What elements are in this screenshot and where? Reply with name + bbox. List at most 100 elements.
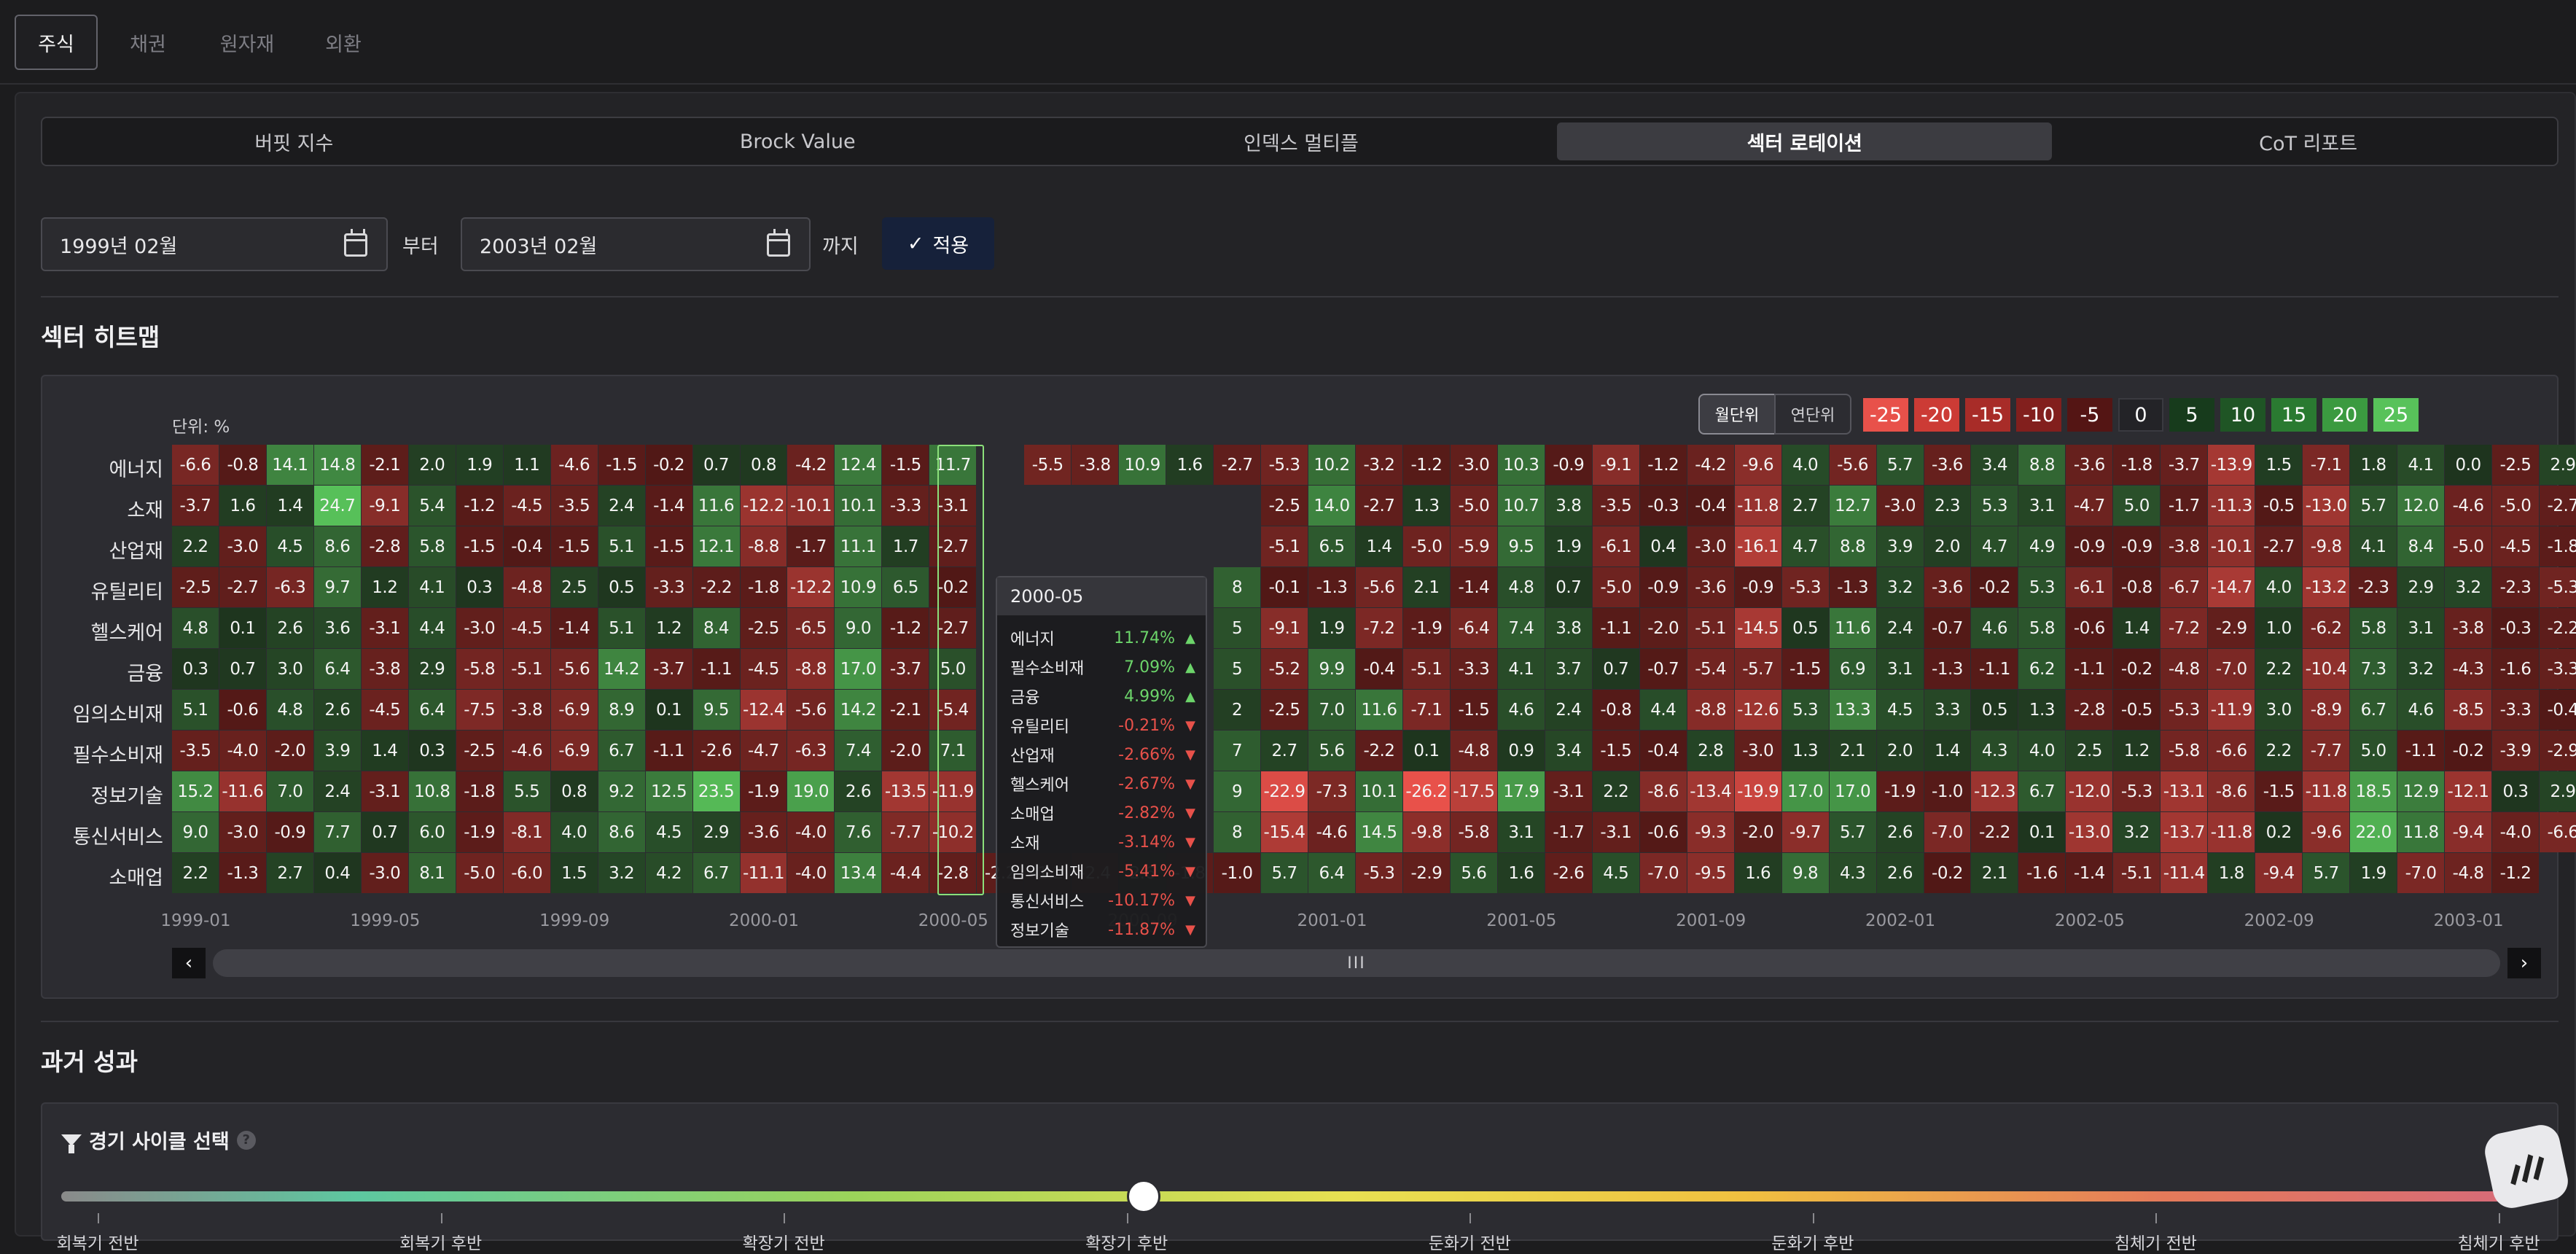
heatmap-cell[interactable]: -1.8 (2113, 445, 2161, 485)
heatmap-cell[interactable]: -3.0 (1876, 486, 1924, 526)
heatmap-cell[interactable]: -11.6 (219, 771, 266, 811)
heatmap-cell[interactable]: -1.2 (1402, 445, 1450, 485)
heatmap-cell[interactable]: 5.3 (2018, 567, 2066, 607)
heatmap-cell[interactable]: 4.5 (1592, 853, 1639, 893)
heatmap-cell[interactable]: -0.6 (1639, 812, 1687, 852)
heatmap-cell[interactable]: -2.9 (2540, 731, 2576, 771)
heatmap-cell[interactable]: -12.4 (740, 690, 787, 730)
heatmap-cell[interactable]: 12.7 (1829, 486, 1876, 526)
heatmap-cell[interactable]: 10.1 (1356, 771, 1402, 811)
heatmap-cell[interactable]: 1.2 (2113, 731, 2161, 771)
heatmap-cell[interactable]: -2.5 (1261, 690, 1308, 730)
heatmap-cell[interactable]: 0.3 (408, 731, 456, 771)
heatmap-cell[interactable]: -5.1 (1687, 608, 1734, 648)
heatmap-cell[interactable]: 24.7 (313, 486, 361, 526)
heatmap-cell[interactable]: -5.3 (2161, 690, 2208, 730)
heatmap-cell[interactable]: 8.4 (692, 608, 740, 648)
scroll-left-button[interactable]: ‹ (172, 948, 206, 978)
heatmap-cell[interactable]: -1.2 (1639, 445, 1687, 485)
heatmap-cell[interactable]: -2.5 (740, 608, 787, 648)
heatmap-cell[interactable]: -0.9 (266, 812, 313, 852)
heatmap-cell[interactable]: -1.9 (1402, 608, 1450, 648)
heatmap-cell[interactable]: -5.8 (2161, 731, 2208, 771)
heatmap-cell[interactable]: 6.5 (882, 567, 929, 607)
heatmap-cell[interactable]: -3.5 (1592, 486, 1639, 526)
heatmap-cell[interactable]: 1.2 (361, 567, 408, 607)
heatmap-cell[interactable]: -9.8 (1402, 812, 1450, 852)
heatmap-cell[interactable]: 3.4 (1971, 445, 2018, 485)
heatmap-cell[interactable]: 8.8 (1829, 526, 1876, 566)
heatmap-cell[interactable]: -0.2 (2113, 649, 2161, 689)
heatmap-cell[interactable]: 14.1 (266, 445, 313, 485)
heatmap-cell[interactable]: 1.6 (1497, 853, 1545, 893)
heatmap-cell[interactable]: 3.9 (313, 731, 361, 771)
heatmap-cell[interactable]: 1.3 (1781, 731, 1829, 771)
heatmap-cell[interactable]: -9.8 (2303, 526, 2350, 566)
heatmap-cell[interactable]: -5.3 (2540, 567, 2576, 607)
heatmap-cell[interactable]: 9.9 (1308, 649, 1355, 689)
heatmap-cell[interactable]: 5.1 (598, 608, 645, 648)
heatmap-cell[interactable]: -5.8 (1450, 812, 1497, 852)
heatmap-cell[interactable]: 0.1 (645, 690, 692, 730)
heatmap-cell[interactable]: -8.8 (787, 649, 835, 689)
heatmap-cell[interactable]: -12.1 (2445, 771, 2492, 811)
heatmap-cell[interactable]: -4.8 (2161, 649, 2208, 689)
heatmap-cell[interactable]: 1.3 (2018, 690, 2066, 730)
heatmap-cell[interactable]: -15.4 (1261, 812, 1308, 852)
heatmap-cell[interactable]: -5.1 (1402, 649, 1450, 689)
heatmap-cell[interactable]: -7.5 (456, 690, 503, 730)
heatmap-cell[interactable]: -0.7 (1924, 608, 1971, 648)
heatmap-cell[interactable]: -4.0 (787, 853, 835, 893)
heatmap-cell[interactable]: -0.7 (1639, 649, 1687, 689)
heatmap-cell[interactable]: 0.5 (598, 567, 645, 607)
calendar-icon[interactable] (344, 229, 367, 257)
heatmap-cell[interactable]: -0.3 (2492, 608, 2539, 648)
heatmap-cell[interactable]: -3.7 (172, 486, 219, 526)
heatmap-cell[interactable]: 5.6 (1450, 853, 1497, 893)
heatmap-cell[interactable]: 14.2 (598, 649, 645, 689)
heatmap-cell[interactable]: -5.4 (1687, 649, 1734, 689)
heatmap-cell[interactable]: -12.2 (740, 486, 787, 526)
heatmap-cell[interactable]: 5.0 (2350, 731, 2397, 771)
heatmap-cell[interactable]: 17.0 (835, 649, 882, 689)
apply-button[interactable]: ✓ 적용 (882, 217, 994, 270)
heatmap-cell[interactable]: 14.0 (1308, 486, 1355, 526)
heatmap-cell[interactable]: 10.8 (408, 771, 456, 811)
heatmap-cell[interactable]: -5.0 (456, 853, 503, 893)
heatmap-cell[interactable]: -0.8 (2113, 567, 2161, 607)
heatmap-cell[interactable]: -2.5 (172, 567, 219, 607)
heatmap-cell[interactable]: 5.7 (2303, 853, 2350, 893)
heatmap-cell[interactable]: 2.2 (1592, 771, 1639, 811)
heatmap-cell[interactable]: 3.7 (1545, 649, 1592, 689)
heatmap-cell[interactable]: 5.8 (2350, 608, 2397, 648)
heatmap-cell[interactable]: -4.0 (219, 731, 266, 771)
heatmap-cell[interactable]: 0.8 (740, 445, 787, 485)
heatmap-cell[interactable]: -4.2 (787, 445, 835, 485)
heatmap-cell[interactable]: 1.1 (503, 445, 550, 485)
heatmap-cell[interactable]: -8.9 (2303, 690, 2350, 730)
heatmap-cell[interactable]: -1.1 (1592, 608, 1639, 648)
heatmap-cell[interactable]: 0.7 (361, 812, 408, 852)
heatmap-cell[interactable]: -3.8 (503, 690, 550, 730)
heatmap-cell[interactable]: 2.9 (2540, 771, 2576, 811)
heatmap-cell[interactable]: -13.0 (2066, 812, 2113, 852)
heatmap-cell[interactable]: -11.9 (2208, 690, 2255, 730)
heatmap-cell[interactable]: 5.4 (408, 486, 456, 526)
heatmap-cell[interactable]: 1.3 (1402, 486, 1450, 526)
heatmap-cell[interactable]: -11.8 (2303, 771, 2350, 811)
heatmap-cell[interactable]: 9.7 (313, 567, 361, 607)
heatmap-cell[interactable]: 9 (1214, 771, 1261, 811)
heatmap-cell[interactable]: 10.3 (1497, 445, 1545, 485)
heatmap-cell[interactable]: 8.1 (408, 853, 456, 893)
heatmap-cell[interactable]: -3.1 (361, 608, 408, 648)
heatmap-cell[interactable]: -1.3 (1924, 649, 1971, 689)
heatmap-cell[interactable]: 7.7 (313, 812, 361, 852)
heatmap-cell[interactable]: -3.3 (645, 567, 692, 607)
heatmap-cell[interactable]: 4.1 (2397, 445, 2445, 485)
heatmap-cell[interactable]: -1.7 (2161, 486, 2208, 526)
heatmap-cell[interactable]: -13.2 (2303, 567, 2350, 607)
heatmap-cell[interactable]: 1.6 (1734, 853, 1781, 893)
heatmap-cell[interactable]: 17.0 (1781, 771, 1829, 811)
heatmap-cell[interactable]: -12.3 (1971, 771, 2018, 811)
top-tab[interactable]: 채권 (120, 15, 176, 70)
